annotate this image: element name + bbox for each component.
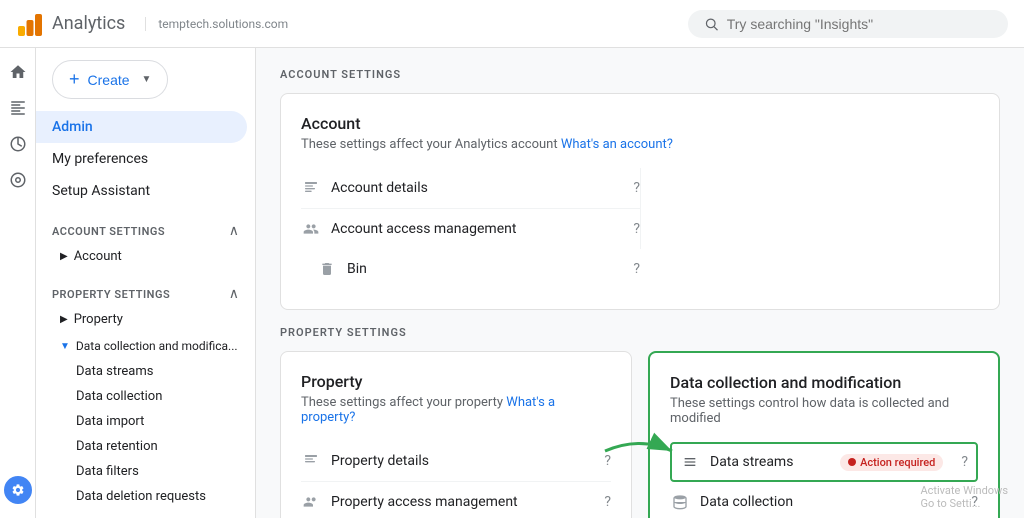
bin-label: Bin <box>347 261 623 277</box>
search-icon <box>704 16 719 32</box>
account-details-label: Account details <box>331 180 623 196</box>
account-section-label: ACCOUNT SETTINGS <box>280 68 1000 81</box>
dc-collection-help[interactable]: ? <box>971 494 978 510</box>
property-details-label: Property details <box>331 453 594 469</box>
sidebar-leaf-data-deletion[interactable]: Data deletion requests <box>36 484 255 509</box>
property-access-help[interactable]: ? <box>604 494 611 510</box>
sidebar-leaf-data-streams[interactable]: Data streams <box>36 359 255 384</box>
dc-collection-label: Data collection <box>700 494 961 510</box>
account-access-label: Account access management <box>331 221 623 237</box>
sidebar-leaf-data-import[interactable]: Data import <box>36 409 255 434</box>
chevron-down-icon: ▼ <box>142 74 152 85</box>
sidebar-item-account[interactable]: ▶ Account <box>36 243 255 270</box>
account-rows: Account details ? Account access managem… <box>301 168 979 289</box>
account-card-title: Account <box>301 114 979 133</box>
create-button[interactable]: + Create ▼ <box>52 60 168 99</box>
property-details-icon <box>301 451 321 471</box>
property-details-row[interactable]: Property details ? <box>301 441 611 482</box>
bin-icon <box>317 259 337 279</box>
account-name: temptech.solutions.com <box>145 17 288 31</box>
account-access-icon <box>301 219 321 239</box>
plus-icon: + <box>69 69 80 90</box>
main-content: ACCOUNT SETTINGS Account These settings … <box>256 48 1024 518</box>
property-section-toggle[interactable]: ∧ <box>229 286 239 302</box>
sidebar-item-preferences[interactable]: My preferences <box>36 143 247 175</box>
sidebar: + Create ▼ Admin My preferences Setup As… <box>36 48 256 518</box>
property-settings-section: Property settings ∧ <box>36 278 255 306</box>
action-required-badge: Action required <box>840 454 943 471</box>
data-collection-arrow-icon: ▼ <box>60 341 70 352</box>
search-bar[interactable] <box>688 10 1008 38</box>
property-card-subtitle: These settings affect your property What… <box>301 395 611 425</box>
data-collection-card: Data collection and modification These s… <box>648 351 1000 518</box>
nav-advertising[interactable] <box>2 164 34 196</box>
bin-row[interactable]: Bin ? <box>317 249 640 289</box>
sidebar-item-admin[interactable]: Admin <box>36 111 247 143</box>
analytics-logo-icon <box>16 10 44 38</box>
action-badge-dot <box>848 458 856 466</box>
sidebar-item-data-collection[interactable]: ▼ Data collection and modifica... <box>36 333 255 359</box>
app-title: Analytics <box>52 13 125 34</box>
account-access-help-icon[interactable]: ? <box>633 221 640 237</box>
gear-button[interactable] <box>4 476 32 504</box>
create-label: Create <box>88 72 130 88</box>
account-col-right: Bin ? <box>301 249 640 289</box>
account-details-help-icon[interactable]: ? <box>633 180 640 196</box>
sidebar-leaf-data-filters[interactable]: Data filters <box>36 459 255 484</box>
sidebar-item-setup[interactable]: Setup Assistant <box>36 175 247 207</box>
whats-account-link[interactable]: What's an account? <box>561 137 673 152</box>
nav-explore[interactable] <box>2 128 34 160</box>
account-settings-section: Account settings ∧ <box>36 215 255 243</box>
data-streams-label: Data streams <box>710 454 830 470</box>
logo-container: Analytics <box>16 10 125 38</box>
dc-collection-icon <box>670 492 690 512</box>
property-section-title: Property settings <box>52 288 170 301</box>
data-streams-icon <box>680 452 700 472</box>
account-section-toggle[interactable]: ∧ <box>229 223 239 239</box>
bin-help-icon[interactable]: ? <box>633 261 640 277</box>
sidebar-leaf-data-collection[interactable]: Data collection <box>36 384 255 409</box>
property-card-title: Property <box>301 372 611 391</box>
data-streams-row[interactable]: Data streams Action required ? <box>670 442 978 482</box>
account-arrow-icon: ▶ <box>60 251 68 262</box>
data-streams-help[interactable]: ? <box>961 454 968 470</box>
property-section-grid: Property These settings affect your prop… <box>280 351 1000 518</box>
account-col-divider <box>640 168 979 249</box>
property-details-help[interactable]: ? <box>604 453 611 469</box>
nav-admin-gear[interactable] <box>2 474 34 506</box>
data-collection-subtitle: These settings control how data is colle… <box>670 396 978 426</box>
property-access-label: Property access management <box>331 494 594 510</box>
nav-reports[interactable] <box>2 92 34 124</box>
account-col-left: Account details ? Account access managem… <box>301 168 640 249</box>
topbar: Analytics temptech.solutions.com <box>0 0 1024 48</box>
nav-home[interactable] <box>2 56 34 88</box>
account-access-row[interactable]: Account access management ? <box>301 209 640 249</box>
property-arrow-icon: ▶ <box>60 314 68 325</box>
search-input[interactable] <box>727 16 992 32</box>
property-card: Property These settings affect your prop… <box>280 351 632 518</box>
data-collection-title: Data collection and modification <box>670 373 978 392</box>
account-details-icon <box>301 178 321 198</box>
property-access-icon <box>301 492 321 512</box>
property-access-row[interactable]: Property access management ? <box>301 482 611 518</box>
nav-rail <box>0 48 36 518</box>
account-details-row[interactable]: Account details ? <box>301 168 640 209</box>
account-card: Account These settings affect your Analy… <box>280 93 1000 310</box>
account-section-title: Account settings <box>52 225 165 238</box>
property-section-label: PROPERTY SETTINGS <box>280 326 1000 339</box>
sidebar-item-property[interactable]: ▶ Property <box>36 306 255 333</box>
sidebar-leaf-data-retention[interactable]: Data retention <box>36 434 255 459</box>
account-card-subtitle: These settings affect your Analytics acc… <box>301 137 979 152</box>
dc-data-collection-row[interactable]: Data collection ? <box>670 482 978 518</box>
